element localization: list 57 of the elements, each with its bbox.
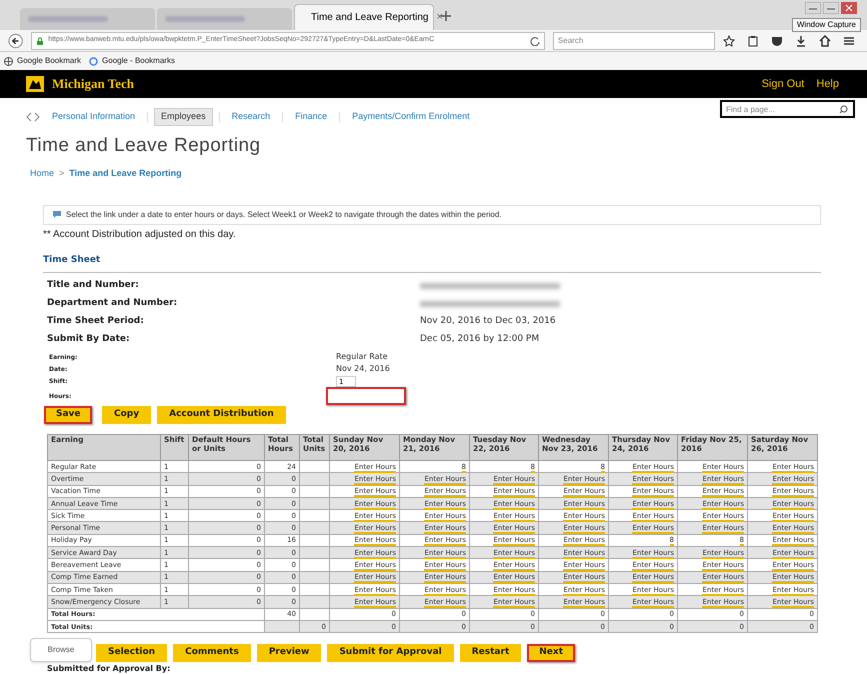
brand-name: Michigan Tech: [52, 75, 134, 94]
hours-field[interactable]: [326, 387, 406, 405]
nav-tab[interactable]: Finance: [289, 110, 334, 124]
close-icon[interactable]: [841, 2, 857, 14]
back-icon[interactable]: [8, 32, 24, 48]
button[interactable]: Next: [527, 644, 575, 662]
clipboard-icon[interactable]: [747, 34, 759, 46]
star-icon[interactable]: [723, 34, 735, 46]
close-icon[interactable]: ×: [436, 9, 443, 26]
field-value: Dec 05, 2016 by 12:00 PM: [420, 332, 540, 346]
lock-icon[interactable]: [36, 36, 44, 44]
header-link[interactable]: Sign Out: [762, 76, 804, 92]
search-icon[interactable]: [839, 105, 848, 114]
minimize-icon[interactable]: [805, 2, 821, 14]
find-page-field[interactable]: Find a page...: [720, 100, 855, 118]
search-field[interactable]: Search: [552, 32, 715, 50]
download-icon[interactable]: [795, 34, 807, 46]
arrows-icon[interactable]: [26, 112, 40, 122]
field-value: Regular Rate: [336, 351, 388, 363]
field-label: Time Sheet Period:: [47, 314, 145, 328]
breadcrumb-link[interactable]: Home: [30, 167, 54, 180]
comment-icon[interactable]: [52, 210, 62, 219]
button[interactable]: Save: [44, 406, 92, 424]
new-tab-icon[interactable]: [440, 10, 452, 22]
nav-tab[interactable]: Research: [226, 110, 276, 124]
nav-tab[interactable]: Personal Information: [46, 110, 142, 124]
reload-icon[interactable]: [530, 36, 540, 46]
field-label: Title and Number:: [47, 278, 140, 292]
button[interactable]: Copy: [102, 406, 152, 424]
bookmark[interactable]: Google - Bookmarks: [89, 55, 175, 67]
button[interactable]: Account Distribution: [157, 406, 286, 424]
header-link[interactable]: Help: [816, 76, 839, 92]
home-icon[interactable]: [819, 34, 831, 46]
breadcrumb-separator: >: [59, 167, 64, 180]
shield-icon[interactable]: [771, 34, 783, 46]
globe-icon[interactable]: [4, 56, 13, 66]
field-label: Department and Number:: [47, 296, 178, 310]
button[interactable]: Submit for Approval: [327, 644, 454, 662]
info-text: Select the link under a date to enter hours or days. Select Week1 or Week2 to navigate through the dates within the period.: [66, 208, 502, 220]
browse-button[interactable]: Browse: [30, 638, 92, 662]
button[interactable]: Comments: [173, 644, 251, 662]
section-title: Time Sheet: [43, 254, 102, 266]
footer-label: Submitted for Approval By:: [47, 664, 170, 674]
tooltip: Window Capture: [792, 18, 861, 32]
menu-icon[interactable]: [843, 34, 855, 46]
page-title: Time and Leave Reporting: [25, 134, 262, 158]
breadcrumb-link[interactable]: Time and Leave Reporting: [69, 167, 182, 180]
button[interactable]: Restart: [460, 644, 522, 662]
button[interactable]: Selection: [96, 644, 168, 662]
note-text: ** Account Distribution adjusted on this day.: [43, 228, 237, 242]
bookmark[interactable]: Google Bookmark: [4, 55, 82, 67]
nav-tab[interactable]: Employees: [154, 108, 213, 126]
field-value: Nov 20, 2016 to Dec 03, 2016: [420, 314, 556, 328]
nav-tab[interactable]: Payments/Confirm Enrolment: [346, 110, 476, 124]
button[interactable]: Preview: [256, 644, 322, 662]
field-label: Submit By Date:: [47, 332, 131, 346]
field-value: Nov 24, 2016: [336, 363, 390, 375]
